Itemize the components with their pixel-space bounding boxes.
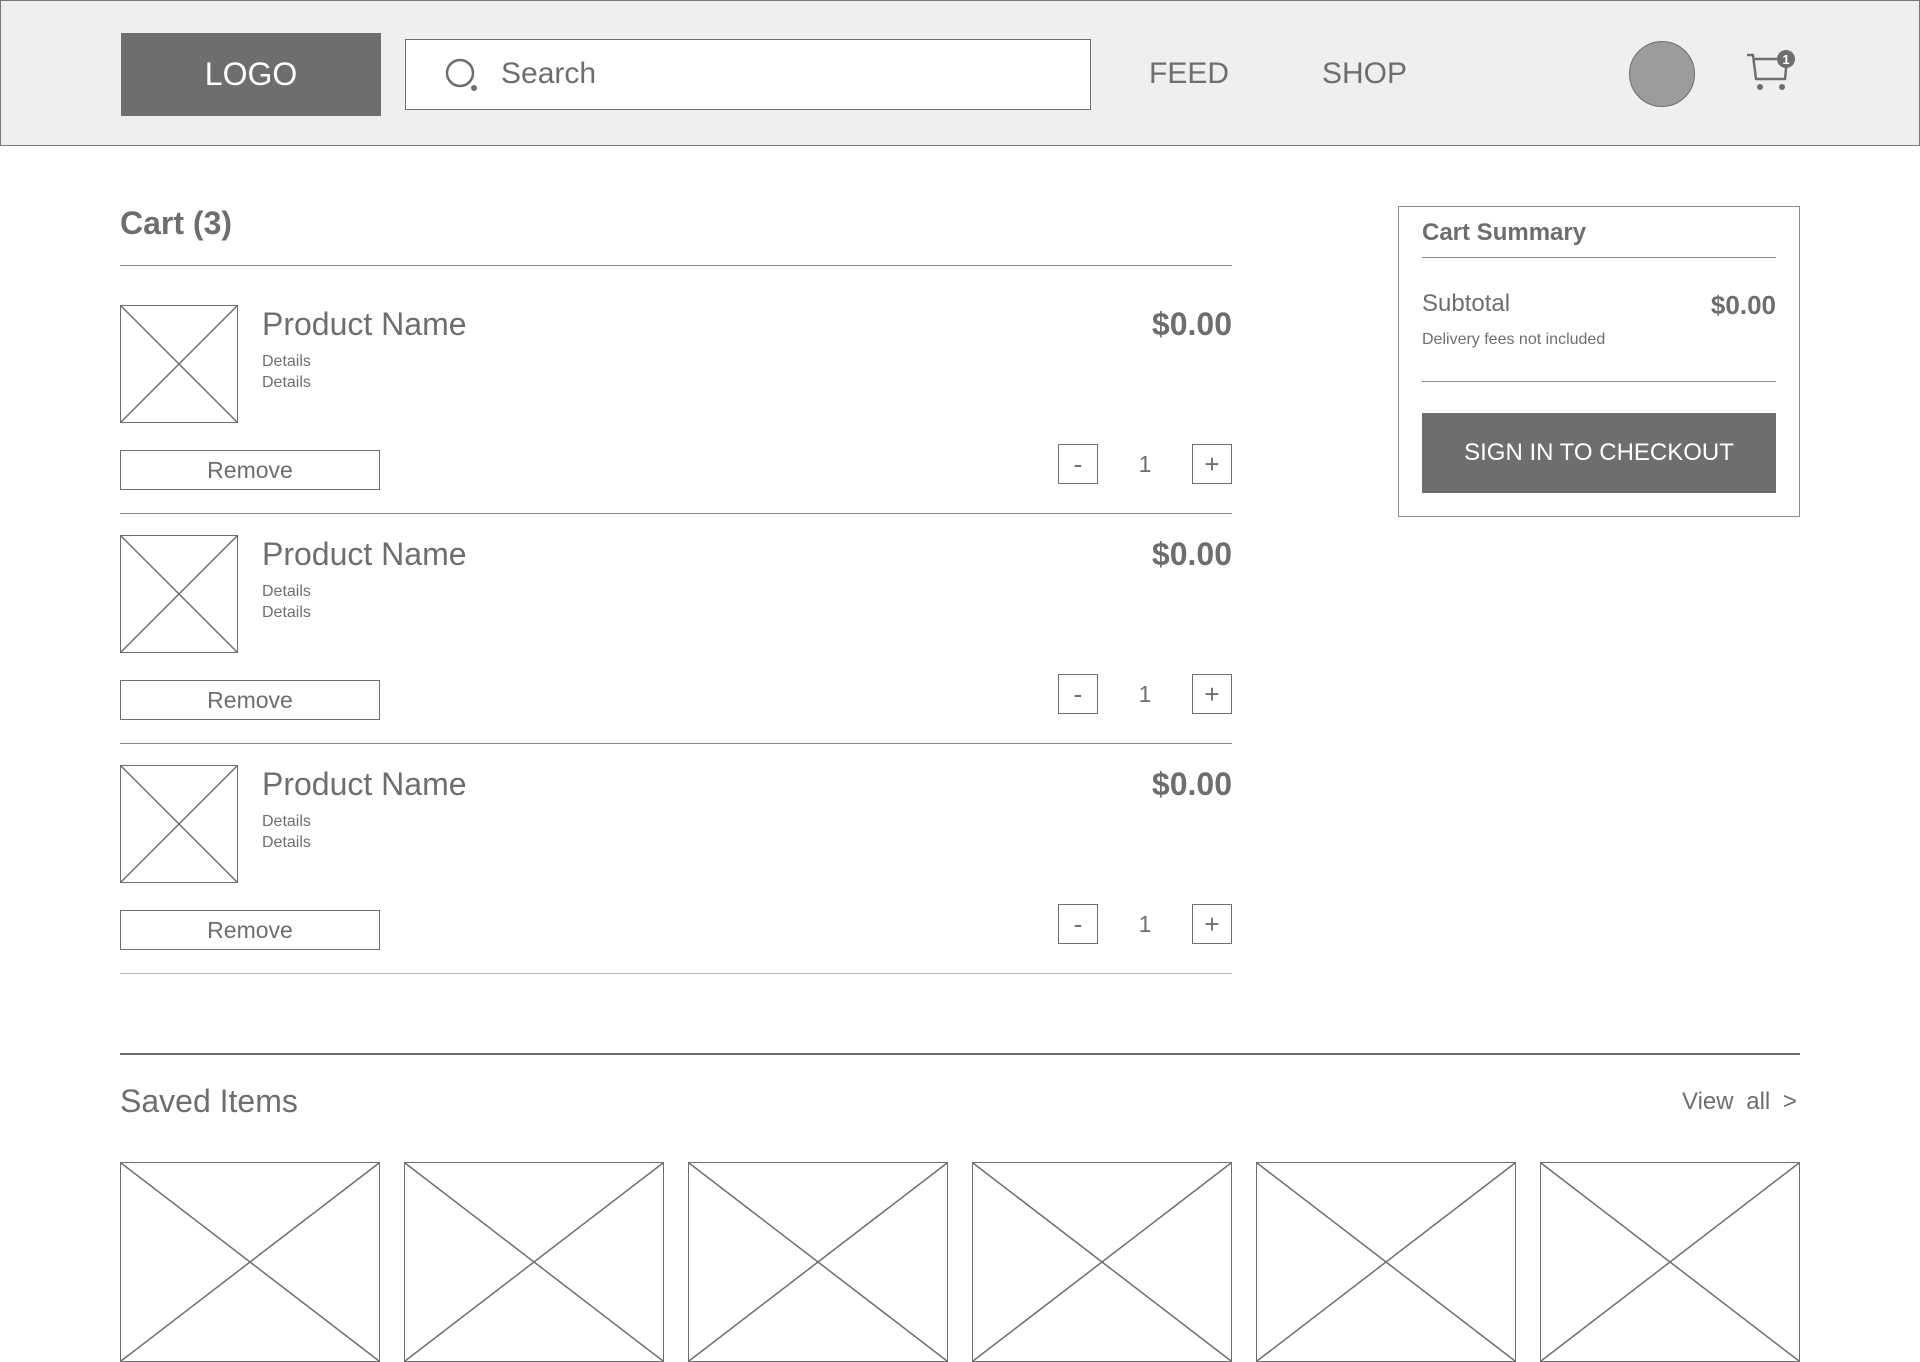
summary-title: Cart Summary [1422, 219, 1587, 246]
increase-quantity-button[interactable]: + [1192, 674, 1232, 714]
increase-quantity-button[interactable]: + [1192, 444, 1232, 484]
product-name[interactable]: Product Name [262, 766, 467, 803]
item-divider [120, 513, 1232, 514]
product-image[interactable] [120, 305, 238, 423]
header-bar: LOGO FEED SHOP 1 [0, 0, 1920, 146]
nav-feed[interactable]: FEED [1149, 57, 1229, 91]
saved-items-title: Saved Items [120, 1083, 298, 1119]
saved-item-image[interactable] [120, 1162, 380, 1362]
saved-item-image[interactable] [688, 1162, 948, 1362]
quantity-value: 1 [1138, 450, 1152, 477]
delivery-note: Delivery fees not included [1422, 331, 1606, 348]
product-image[interactable] [120, 765, 238, 883]
quantity-value: 1 [1138, 910, 1152, 937]
cart-divider [120, 265, 1232, 266]
product-detail: Details [262, 813, 311, 830]
search-input[interactable] [501, 48, 1061, 100]
item-divider [120, 743, 1232, 744]
avatar[interactable] [1629, 41, 1695, 107]
decrease-quantity-button[interactable]: - [1058, 674, 1098, 714]
cart-badge: 1 [1782, 51, 1790, 67]
saved-item-image[interactable] [404, 1162, 664, 1362]
product-name[interactable]: Product Name [262, 306, 467, 343]
increase-quantity-button[interactable]: + [1192, 904, 1232, 944]
subtotal-label: Subtotal [1422, 290, 1511, 317]
item-divider [120, 973, 1232, 974]
product-detail: Details [262, 374, 311, 391]
product-image[interactable] [120, 535, 238, 653]
cart-button[interactable]: 1 [1745, 45, 1795, 97]
saved-item-image[interactable] [1540, 1162, 1800, 1362]
remove-button[interactable]: Remove [120, 680, 380, 720]
saved-item-image[interactable] [972, 1162, 1232, 1362]
summary-divider [1422, 257, 1776, 258]
logo[interactable]: LOGO [121, 33, 381, 116]
remove-button[interactable]: Remove [120, 450, 380, 490]
remove-button[interactable]: Remove [120, 910, 380, 950]
summary-divider [1422, 381, 1776, 382]
product-detail: Details [262, 353, 311, 370]
product-detail: Details [262, 583, 311, 600]
decrease-quantity-button[interactable]: - [1058, 444, 1098, 484]
product-price: $0.00 [1151, 536, 1232, 572]
view-all-link[interactable]: View all > [1682, 1088, 1797, 1116]
search-icon [445, 58, 477, 91]
cart-title: Cart (3) [120, 205, 233, 241]
subtotal-value: $0.00 [1710, 290, 1776, 320]
decrease-quantity-button[interactable]: - [1058, 904, 1098, 944]
quantity-value: 1 [1138, 680, 1152, 707]
cart-summary-panel: Cart Summary Subtotal $0.00 Delivery fee… [1398, 206, 1800, 517]
checkout-button[interactable]: SIGN IN TO CHECKOUT [1422, 413, 1776, 493]
product-price: $0.00 [1151, 306, 1232, 342]
product-name[interactable]: Product Name [262, 536, 467, 573]
nav-shop[interactable]: SHOP [1322, 57, 1407, 91]
saved-divider [120, 1053, 1800, 1055]
product-price: $0.00 [1151, 766, 1232, 802]
saved-item-image[interactable] [1256, 1162, 1516, 1362]
product-detail: Details [262, 834, 311, 851]
search-box[interactable] [405, 39, 1091, 110]
product-detail: Details [262, 604, 311, 621]
